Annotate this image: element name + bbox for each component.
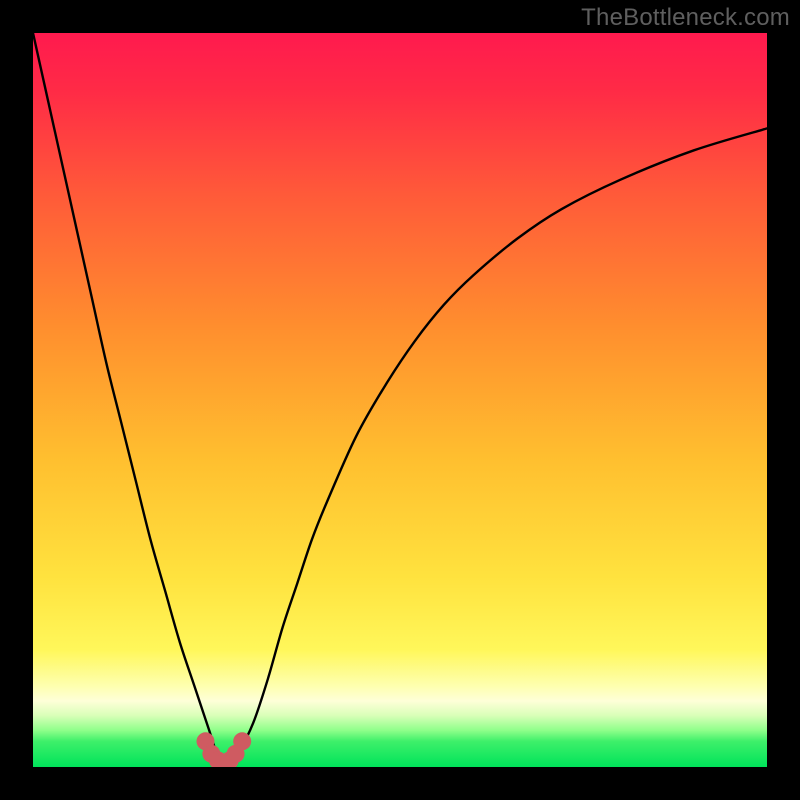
- plot-area: [33, 33, 767, 767]
- outer-frame: TheBottleneck.com: [0, 0, 800, 800]
- optimal-marker: [233, 732, 251, 750]
- gradient-background: [33, 33, 767, 767]
- watermark-text: TheBottleneck.com: [581, 4, 790, 32]
- chart-svg: [33, 33, 767, 767]
